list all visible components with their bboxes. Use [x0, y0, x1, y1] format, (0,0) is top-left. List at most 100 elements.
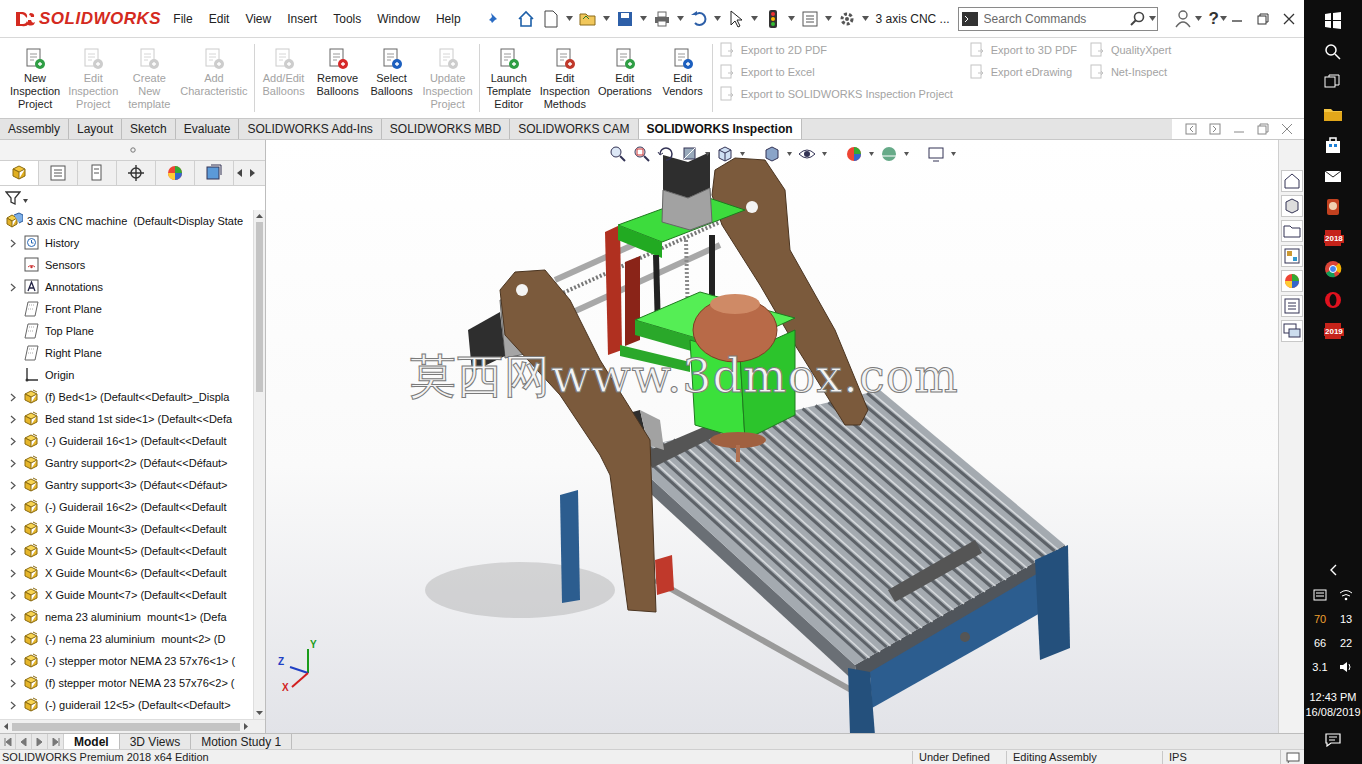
tree-item[interactable]: Right Plane [0, 342, 253, 364]
command-tab[interactable]: Evaluate [176, 119, 240, 139]
pin-icon[interactable] [483, 9, 505, 29]
tree-item[interactable]: X Guide Mount<3> (Default<<Default [0, 518, 253, 540]
expand-arrow-icon[interactable] [6, 566, 20, 580]
zoom-to-fit-icon[interactable] [608, 144, 628, 164]
dropdown-arrow-icon[interactable] [821, 144, 828, 164]
design-library-icon[interactable] [1281, 195, 1303, 217]
feature-manager-icon[interactable] [0, 161, 39, 185]
menu-item[interactable]: View [237, 10, 279, 28]
ribbon-small-button[interactable]: Export to SOLIDWORKS Inspection Project [719, 86, 957, 102]
tree-item[interactable]: (-) nema 23 aluminium mount<2> (D [0, 628, 253, 650]
tray-reading[interactable]: 66 [1314, 634, 1326, 652]
ribbon-small-button[interactable]: Export to 3D PDF [969, 42, 1077, 58]
new-document-icon[interactable] [540, 8, 562, 30]
command-tab[interactable]: Layout [69, 119, 122, 139]
status-item[interactable]: IPS [1162, 751, 1280, 764]
expand-arrow-icon[interactable] [6, 522, 20, 536]
first-tab-icon[interactable] [0, 734, 16, 749]
taskbar-button[interactable]: 2019 [1304, 315, 1362, 346]
dropdown-arrow-icon[interactable] [602, 9, 611, 29]
ribbon-button[interactable]: LaunchTemplateEditor [483, 46, 535, 111]
expand-arrow-icon[interactable] [6, 390, 20, 404]
search-input[interactable] [981, 8, 1128, 30]
tree-item[interactable]: Sensors [0, 254, 253, 276]
doc-minimize-icon[interactable] [1232, 122, 1246, 136]
action-center-icon[interactable] [1304, 730, 1362, 750]
tray-reading[interactable]: 70 [1314, 610, 1326, 628]
cam-manager-icon[interactable] [195, 161, 234, 185]
tree-item[interactable]: History [0, 232, 253, 254]
display-style-icon[interactable] [762, 144, 782, 164]
feedback-icon[interactable] [1280, 750, 1304, 764]
expand-arrow-icon[interactable] [6, 588, 20, 602]
select-icon[interactable] [725, 8, 747, 30]
wifi-icon[interactable] [1339, 586, 1353, 604]
restore-icon[interactable] [1254, 10, 1272, 28]
ribbon-button[interactable]: EditInspectionProject [65, 46, 121, 111]
tray-reading[interactable]: 13 [1340, 610, 1352, 628]
scroll-thumb[interactable] [12, 723, 240, 731]
dropdown-arrow-icon[interactable] [750, 9, 759, 29]
options-icon[interactable] [836, 8, 858, 30]
scroll-thumb[interactable] [256, 222, 263, 392]
input-indicator-icon[interactable] [1313, 586, 1327, 604]
dropdown-arrow-icon[interactable] [950, 144, 957, 164]
clock-time[interactable]: 12:43 PM [1309, 690, 1356, 705]
scroll-down-icon[interactable] [254, 707, 265, 719]
tile-left-icon[interactable] [1184, 122, 1198, 136]
expand-arrow-icon[interactable] [6, 236, 20, 250]
scroll-left-icon[interactable] [0, 723, 12, 730]
next-tab-icon[interactable] [32, 734, 48, 749]
appearances-icon[interactable] [1281, 270, 1303, 292]
ribbon-small-button[interactable]: Export to 2D PDF [719, 42, 957, 58]
dropdown-arrow-icon[interactable] [565, 9, 574, 29]
taskbar-button[interactable] [1304, 98, 1362, 129]
expand-arrow-icon[interactable] [6, 676, 20, 690]
close-icon[interactable] [1280, 10, 1298, 28]
ribbon-button[interactable]: AddCharacteristic [177, 46, 250, 98]
expand-arrow-icon[interactable] [6, 698, 20, 712]
speaker-icon[interactable] [1339, 658, 1353, 676]
custom-properties-icon[interactable] [1281, 295, 1303, 317]
zoom-area-icon[interactable] [632, 144, 652, 164]
doc-restore-icon[interactable] [1256, 122, 1270, 136]
scroll-track[interactable] [254, 392, 265, 707]
section-view-icon[interactable] [680, 144, 700, 164]
dropdown-arrow-icon[interactable] [704, 144, 711, 164]
scroll-right-icon[interactable] [246, 161, 258, 185]
ribbon-button[interactable]: Add/EditBalloons [258, 46, 310, 98]
ribbon-button[interactable]: EditVendors [657, 46, 709, 98]
bottom-tab[interactable]: Model [64, 734, 120, 749]
ribbon-button[interactable]: EditInspectionMethods [537, 46, 593, 111]
command-tab[interactable]: SOLIDWORKS CAM [510, 119, 638, 139]
taskbar-button[interactable] [1304, 36, 1362, 67]
previous-view-icon[interactable] [656, 144, 676, 164]
horizontal-scrollbar[interactable] [0, 719, 265, 733]
vertical-scrollbar[interactable] [253, 210, 265, 719]
tree-item[interactable]: (-) Guiderail 16<1> (Default<<Default [0, 430, 253, 452]
filter-dropdown-icon[interactable] [22, 192, 28, 210]
hide-show-icon[interactable] [797, 144, 817, 164]
dropdown-arrow-icon[interactable] [1219, 9, 1228, 29]
ribbon-button[interactable]: EditOperations [595, 46, 655, 98]
rebuild-icon[interactable] [762, 8, 784, 30]
expand-arrow-icon[interactable] [6, 478, 20, 492]
ribbon-small-button[interactable]: QualityXpert [1089, 42, 1197, 58]
taskbar-button[interactable] [1304, 5, 1362, 36]
ribbon-button[interactable]: SelectBalloons [366, 46, 418, 98]
expand-arrow-icon[interactable] [6, 280, 20, 294]
filter-icon[interactable] [4, 189, 22, 207]
tree-item[interactable]: Front Plane [0, 298, 253, 320]
search-box[interactable] [958, 7, 1158, 31]
view-palette-icon[interactable] [1281, 245, 1303, 267]
expand-arrow-icon[interactable] [6, 456, 20, 470]
tree-item[interactable]: Bed stand 1st side<1> (Default<<Defa [0, 408, 253, 430]
bottom-tab[interactable]: 3D Views [120, 734, 191, 749]
expand-arrow-icon[interactable] [6, 368, 20, 382]
save-icon[interactable] [614, 8, 636, 30]
dropdown-arrow-icon[interactable] [787, 9, 796, 29]
dropdown-arrow-icon[interactable] [903, 144, 910, 164]
previous-tab-icon[interactable] [16, 734, 32, 749]
command-tab[interactable]: Assembly [0, 119, 69, 139]
dropdown-arrow-icon[interactable] [1194, 9, 1203, 29]
